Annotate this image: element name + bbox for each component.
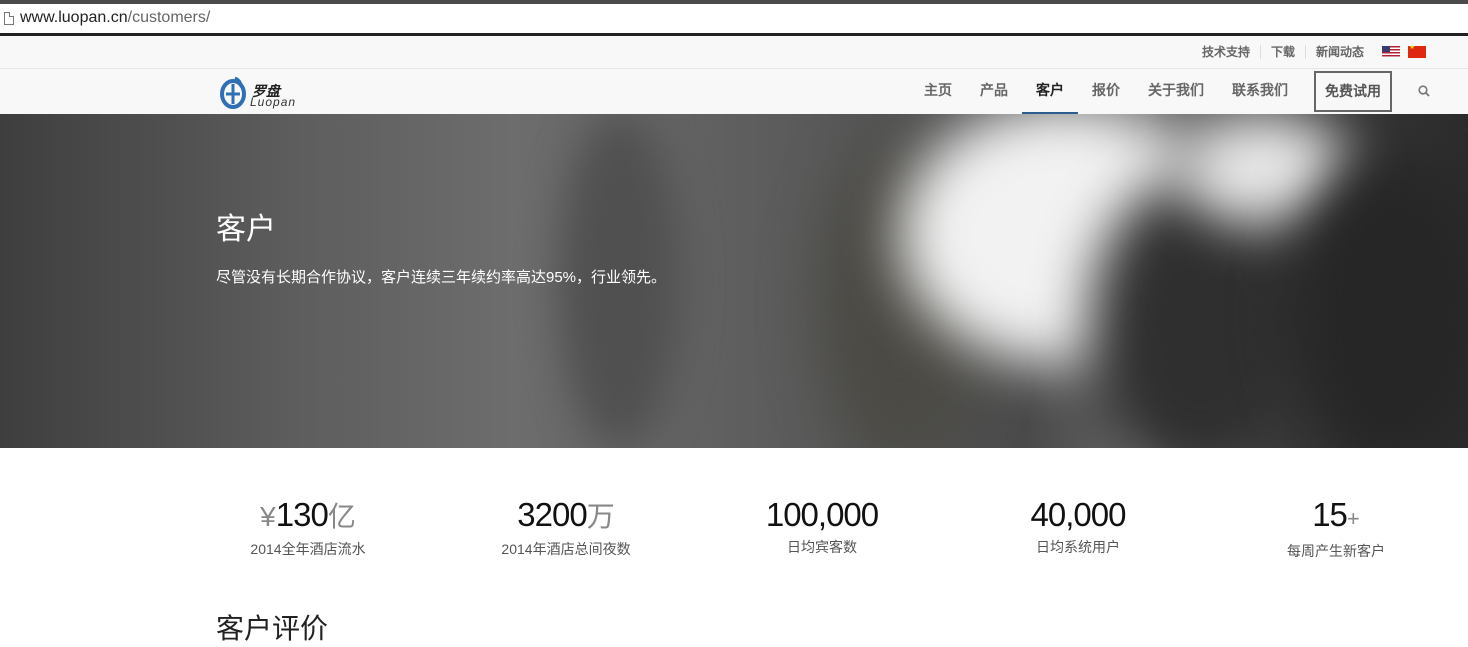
stat-daily-guests: 100,000 日均宾客数	[712, 495, 932, 557]
testimonials-heading: 客户评价	[216, 613, 329, 644]
stat-value: 3200	[517, 496, 587, 533]
page-document-icon	[4, 12, 14, 25]
browser-address-bar: www.luopan.cn/customers/	[0, 0, 1468, 36]
util-link-support[interactable]: 技术支持	[1192, 45, 1261, 59]
search-button[interactable]	[1410, 69, 1468, 114]
nav-item-pricing[interactable]: 报价	[1078, 69, 1134, 114]
stat-prefix: ¥	[260, 501, 276, 532]
stat-label: 每周产生新客户	[1287, 543, 1385, 559]
luopan-logo[interactable]: 罗盘 Luopan	[220, 75, 320, 109]
us-flag-icon[interactable]	[1382, 46, 1400, 58]
utility-bar: 技术支持 下载 新闻动态	[0, 36, 1468, 69]
stat-value: 100,000	[765, 496, 879, 533]
url-path: /customers/	[127, 9, 211, 26]
util-link-news[interactable]: 新闻动态	[1306, 45, 1374, 59]
stat-suffix: 万	[586, 501, 615, 532]
page-subtitle: 尽管没有长期合作协议，客户连续三年续约率高达95%，行业领先。	[216, 269, 667, 286]
stat-value: 130	[275, 496, 329, 533]
nav-item-customers[interactable]: 客户	[1022, 69, 1078, 114]
hero-banner: 客户 尽管没有长期合作协议，客户连续三年续约率高达95%，行业领先。	[0, 114, 1468, 448]
nav-item-home[interactable]: 主页	[910, 69, 966, 114]
stat-value: 15	[1312, 496, 1348, 533]
stat-label: 日均系统用户	[1036, 539, 1120, 555]
search-icon	[1418, 85, 1430, 97]
nav-item-about[interactable]: 关于我们	[1134, 69, 1218, 114]
logo-english-text: Luopan	[250, 95, 297, 109]
stat-label: 日均宾客数	[787, 539, 857, 555]
china-flag-icon[interactable]	[1408, 46, 1426, 58]
browser-top-edge	[0, 0, 1468, 4]
stat-label: 2014年酒店总间夜数	[501, 541, 631, 557]
free-trial-button[interactable]: 免费试用	[1314, 71, 1392, 112]
stat-suffix: 亿	[327, 501, 356, 532]
stat-daily-users: 40,000 日均系统用户	[968, 495, 1188, 557]
compass-logo-icon	[220, 76, 246, 109]
stat-room-nights: 3200万 2014年酒店总间夜数	[456, 495, 676, 559]
page-title: 客户	[216, 213, 276, 246]
url-host: www.luopan.cn	[20, 9, 128, 26]
nav-item-contact[interactable]: 联系我们	[1218, 69, 1302, 114]
stat-label: 2014全年酒店流水	[250, 541, 366, 557]
stat-suffix: +	[1346, 506, 1360, 531]
stat-new-customers: 15+ 每周产生新客户	[1226, 495, 1446, 561]
stats-row: ¥130亿 2014全年酒店流水 3200万 2014年酒店总间夜数 100,0…	[220, 495, 1420, 565]
util-link-download[interactable]: 下载	[1261, 45, 1306, 59]
primary-nav: 主页 产品 客户 报价 关于我们 联系我们 免费试用	[910, 69, 1468, 114]
stat-value: 40,000	[1030, 496, 1127, 533]
nav-item-products[interactable]: 产品	[966, 69, 1022, 114]
utility-links: 技术支持 下载 新闻动态	[1192, 45, 1426, 59]
stat-revenue: ¥130亿 2014全年酒店流水	[198, 495, 418, 559]
main-navigation: 罗盘 Luopan 主页 产品 客户 报价 关于我们 联系我们 免费试用	[0, 69, 1468, 114]
url-field[interactable]: www.luopan.cn/customers/	[20, 9, 210, 27]
